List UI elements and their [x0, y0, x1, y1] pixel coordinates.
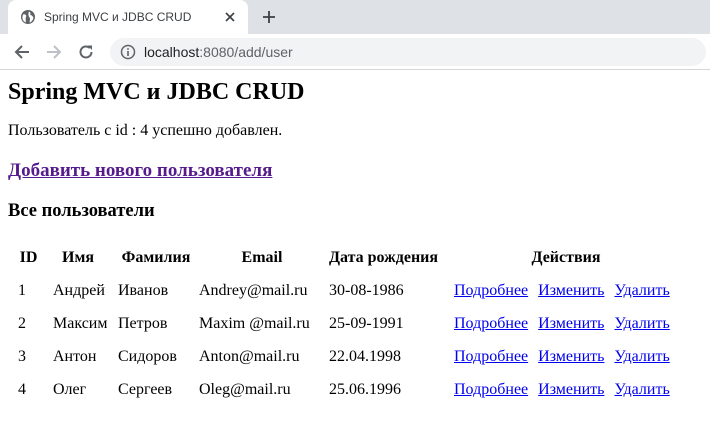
cell-surname: Иванов — [118, 281, 169, 299]
header-email: Email — [241, 248, 283, 266]
cell-surname: Сидоров — [118, 347, 177, 365]
cell-id: 3 — [18, 347, 26, 365]
header-dob: Дата рождения — [329, 248, 439, 266]
table-row: 3 Антон Сидоров Anton@mail.ru 22.04.1998… — [8, 341, 679, 372]
details-link[interactable]: Подробнее — [454, 381, 528, 398]
cell-surname: Сергеев — [118, 380, 173, 398]
address-bar[interactable]: localhost:8080/add/user — [110, 37, 706, 66]
cell-dob: 30-08-1986 — [329, 281, 404, 299]
cell-id: 1 — [18, 281, 26, 299]
details-link[interactable]: Подробнее — [454, 348, 528, 365]
plus-icon[interactable] — [260, 8, 278, 26]
cell-name: Антон — [53, 347, 97, 365]
edit-link[interactable]: Изменить — [538, 282, 604, 299]
url-host: localhost — [144, 43, 200, 60]
page-content: Spring MVC и JDBC CRUD Пользователь с id… — [0, 78, 710, 407]
cell-name: Андрей — [53, 281, 105, 299]
cell-email: Maxim @mail.ru — [199, 314, 310, 332]
cell-dob: 22.04.1998 — [329, 347, 401, 365]
header-name: Имя — [62, 248, 94, 266]
arrow-right-icon[interactable] — [44, 42, 64, 62]
close-icon[interactable] — [222, 9, 238, 25]
edit-link[interactable]: Изменить — [538, 348, 604, 365]
cell-surname: Петров — [118, 314, 168, 332]
cell-email: Andrey@mail.ru — [199, 281, 308, 299]
cell-actions: Подробнее Изменить Удалить — [453, 374, 679, 405]
delete-link[interactable]: Удалить — [614, 315, 669, 332]
reload-icon[interactable] — [76, 42, 96, 62]
page-title: Spring MVC и JDBC CRUD — [8, 79, 305, 105]
delete-link[interactable]: Удалить — [614, 348, 669, 365]
cell-dob: 25-09-1991 — [329, 314, 404, 332]
users-heading: Все пользователи — [8, 201, 155, 221]
edit-link[interactable]: Изменить — [538, 315, 604, 332]
table-row: 1 Андрей Иванов Andrey@mail.ru 30-08-198… — [8, 275, 679, 306]
details-link[interactable]: Подробнее — [454, 282, 528, 299]
cell-name: Олег — [53, 380, 87, 398]
header-actions: Действия — [531, 248, 601, 266]
table-row: 2 Максим Петров Maxim @mail.ru 25-09-199… — [8, 308, 679, 339]
cell-dob: 25.06.1996 — [329, 380, 401, 398]
details-link[interactable]: Подробнее — [454, 315, 528, 332]
cell-actions: Подробнее Изменить Удалить — [453, 275, 679, 306]
users-table: ID Имя Фамилия Email Дата рождения Дейст… — [6, 240, 681, 407]
table-header-row: ID Имя Фамилия Email Дата рождения Дейст… — [8, 242, 679, 273]
delete-link[interactable]: Удалить — [614, 381, 669, 398]
cell-name: Максим — [53, 314, 108, 332]
edit-link[interactable]: Изменить — [538, 381, 604, 398]
tab-strip: Spring MVC и JDBC CRUD — [0, 0, 710, 34]
browser-tab[interactable]: Spring MVC и JDBC CRUD — [8, 0, 248, 34]
header-surname: Фамилия — [121, 248, 191, 266]
delete-link[interactable]: Удалить — [614, 282, 669, 299]
header-id: ID — [19, 248, 38, 266]
success-message: Пользователь с id : 4 успешно добавлен. — [8, 122, 283, 139]
tab-title: Spring MVC и JDBC CRUD — [44, 10, 192, 24]
cell-id: 4 — [18, 380, 26, 398]
info-icon[interactable] — [120, 44, 136, 60]
browser-toolbar: localhost:8080/add/user — [0, 34, 710, 70]
arrow-left-icon[interactable] — [12, 42, 32, 62]
cell-id: 2 — [18, 314, 26, 332]
globe-icon — [20, 9, 36, 25]
table-row: 4 Олег Сергеев Oleg@mail.ru 25.06.1996 П… — [8, 374, 679, 405]
url-text: localhost:8080/add/user — [144, 44, 293, 60]
add-user-link[interactable]: Добавить нового пользователя — [8, 160, 272, 182]
cell-actions: Подробнее Изменить Удалить — [453, 341, 679, 372]
cell-email: Anton@mail.ru — [199, 347, 300, 365]
url-path: :8080/add/user — [199, 43, 293, 60]
cell-email: Oleg@mail.ru — [199, 380, 291, 398]
cell-actions: Подробнее Изменить Удалить — [453, 308, 679, 339]
